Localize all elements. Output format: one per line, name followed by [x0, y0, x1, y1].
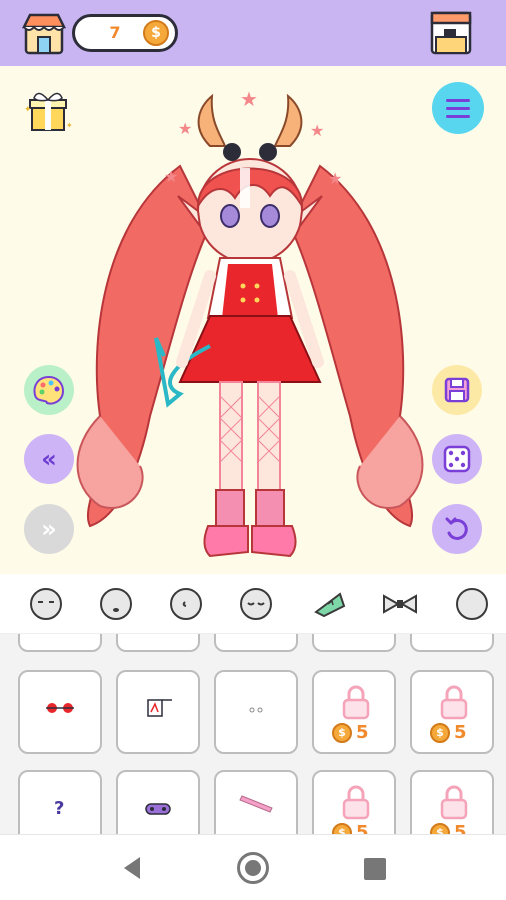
character-doll: ★ ★ ★ ★ ★: [76, 87, 424, 558]
svg-text:★: ★: [178, 119, 192, 138]
grid-cell-locked[interactable]: $ 5: [312, 670, 396, 754]
lock-icon: [440, 785, 468, 820]
nose-icon: [170, 588, 202, 620]
category-face-3[interactable]: [166, 586, 206, 622]
coin-count: 7: [109, 23, 121, 42]
left-horn: [197, 93, 227, 147]
coin-icon: $: [430, 722, 450, 743]
tattoo-icon: [314, 592, 346, 618]
category-face-5[interactable]: [452, 586, 492, 622]
top-bar: 7 $: [0, 0, 506, 66]
coin-counter: 7 $: [72, 14, 178, 52]
grid-cell-locked[interactable]: [410, 634, 494, 652]
next-button[interactable]: »: [24, 504, 74, 554]
grid-cell[interactable]: [18, 634, 102, 652]
grid-cell-locked[interactable]: $ 5: [410, 770, 494, 834]
undo-button[interactable]: [432, 504, 482, 554]
grid-cell-mask[interactable]: [116, 770, 200, 834]
category-bow[interactable]: [380, 586, 420, 622]
coin-icon: $: [332, 822, 352, 834]
nav-back-icon[interactable]: [120, 855, 144, 881]
svg-text:★: ★: [164, 167, 178, 186]
grid-cell-locked[interactable]: [312, 634, 396, 652]
lock-icon: [342, 785, 370, 820]
category-face-4[interactable]: [236, 586, 276, 622]
grid-cell-locked[interactable]: $ 5: [312, 770, 396, 834]
system-nav-bar: [0, 834, 506, 900]
item-grid: $ 5 $ 5 ? $ 5 $ 5: [0, 634, 506, 834]
category-face-2[interactable]: [96, 586, 136, 622]
coin-icon: $: [143, 20, 169, 46]
price-tag: $ 5: [430, 722, 467, 743]
lock-icon: [342, 685, 370, 720]
dots-item-icon: [249, 707, 263, 713]
red-eyes-item-icon: [46, 703, 74, 713]
grid-cell-eyes-red[interactable]: [18, 670, 102, 754]
nav-recents-icon[interactable]: [364, 858, 386, 880]
bow-icon: [383, 594, 417, 614]
save-button[interactable]: [432, 365, 482, 415]
price-tag: $ 5: [332, 822, 369, 834]
eyes-closed-icon: [240, 588, 272, 620]
bandage-item-icon: [239, 795, 273, 813]
svg-text:★: ★: [310, 121, 324, 140]
random-button[interactable]: [432, 434, 482, 484]
save-icon: [444, 377, 470, 403]
dice-icon: [443, 445, 471, 473]
lock-icon: [440, 685, 468, 720]
svg-text:✦: ✦: [24, 105, 32, 115]
price-tag: $ 5: [430, 822, 467, 834]
palette-button[interactable]: [24, 365, 74, 415]
chevron-double-left-icon: «: [41, 445, 57, 473]
grid-cell-bandage[interactable]: [214, 770, 298, 834]
menu-icon: [446, 98, 470, 102]
grid-cell-locked[interactable]: $ 5: [410, 670, 494, 754]
palette-icon: [33, 375, 65, 405]
svg-text:★: ★: [240, 87, 258, 111]
chevron-double-right-icon: »: [41, 515, 57, 543]
right-shoe: [251, 525, 297, 558]
shop-icon: [21, 13, 67, 55]
sticker-item-icon: [147, 699, 172, 717]
grid-cell-dots[interactable]: [214, 670, 298, 754]
coffee-machine-icon: [430, 11, 472, 55]
coin-icon: $: [332, 722, 352, 743]
question-mark-item: ?: [54, 798, 65, 819]
mouth-icon: [100, 588, 132, 620]
category-tattoo[interactable]: [310, 586, 350, 622]
svg-text:★: ★: [328, 169, 342, 188]
shop-button[interactable]: [20, 9, 68, 57]
face-icon: [30, 588, 62, 620]
grid-cell[interactable]: [214, 634, 298, 652]
grid-cell-sticker[interactable]: [116, 670, 200, 754]
price-value: 5: [356, 722, 369, 743]
category-face-1[interactable]: [26, 586, 66, 622]
previous-button[interactable]: «: [24, 434, 74, 484]
category-bar: [0, 574, 506, 634]
price-value: 5: [454, 722, 467, 743]
coin-icon: $: [430, 822, 450, 834]
head-icon: [456, 588, 488, 620]
price-value: 5: [454, 822, 467, 834]
coffee-machine-button[interactable]: [426, 9, 476, 57]
left-shoe: [203, 525, 249, 558]
undo-icon: [445, 517, 468, 540]
grid-cell-question[interactable]: ?: [18, 770, 102, 834]
price-tag: $ 5: [332, 722, 369, 743]
nav-home-icon[interactable]: [237, 852, 269, 884]
price-value: 5: [356, 822, 369, 834]
mask-item-icon: [145, 803, 171, 815]
grid-cell[interactable]: [116, 634, 200, 652]
right-horn: [273, 93, 303, 147]
